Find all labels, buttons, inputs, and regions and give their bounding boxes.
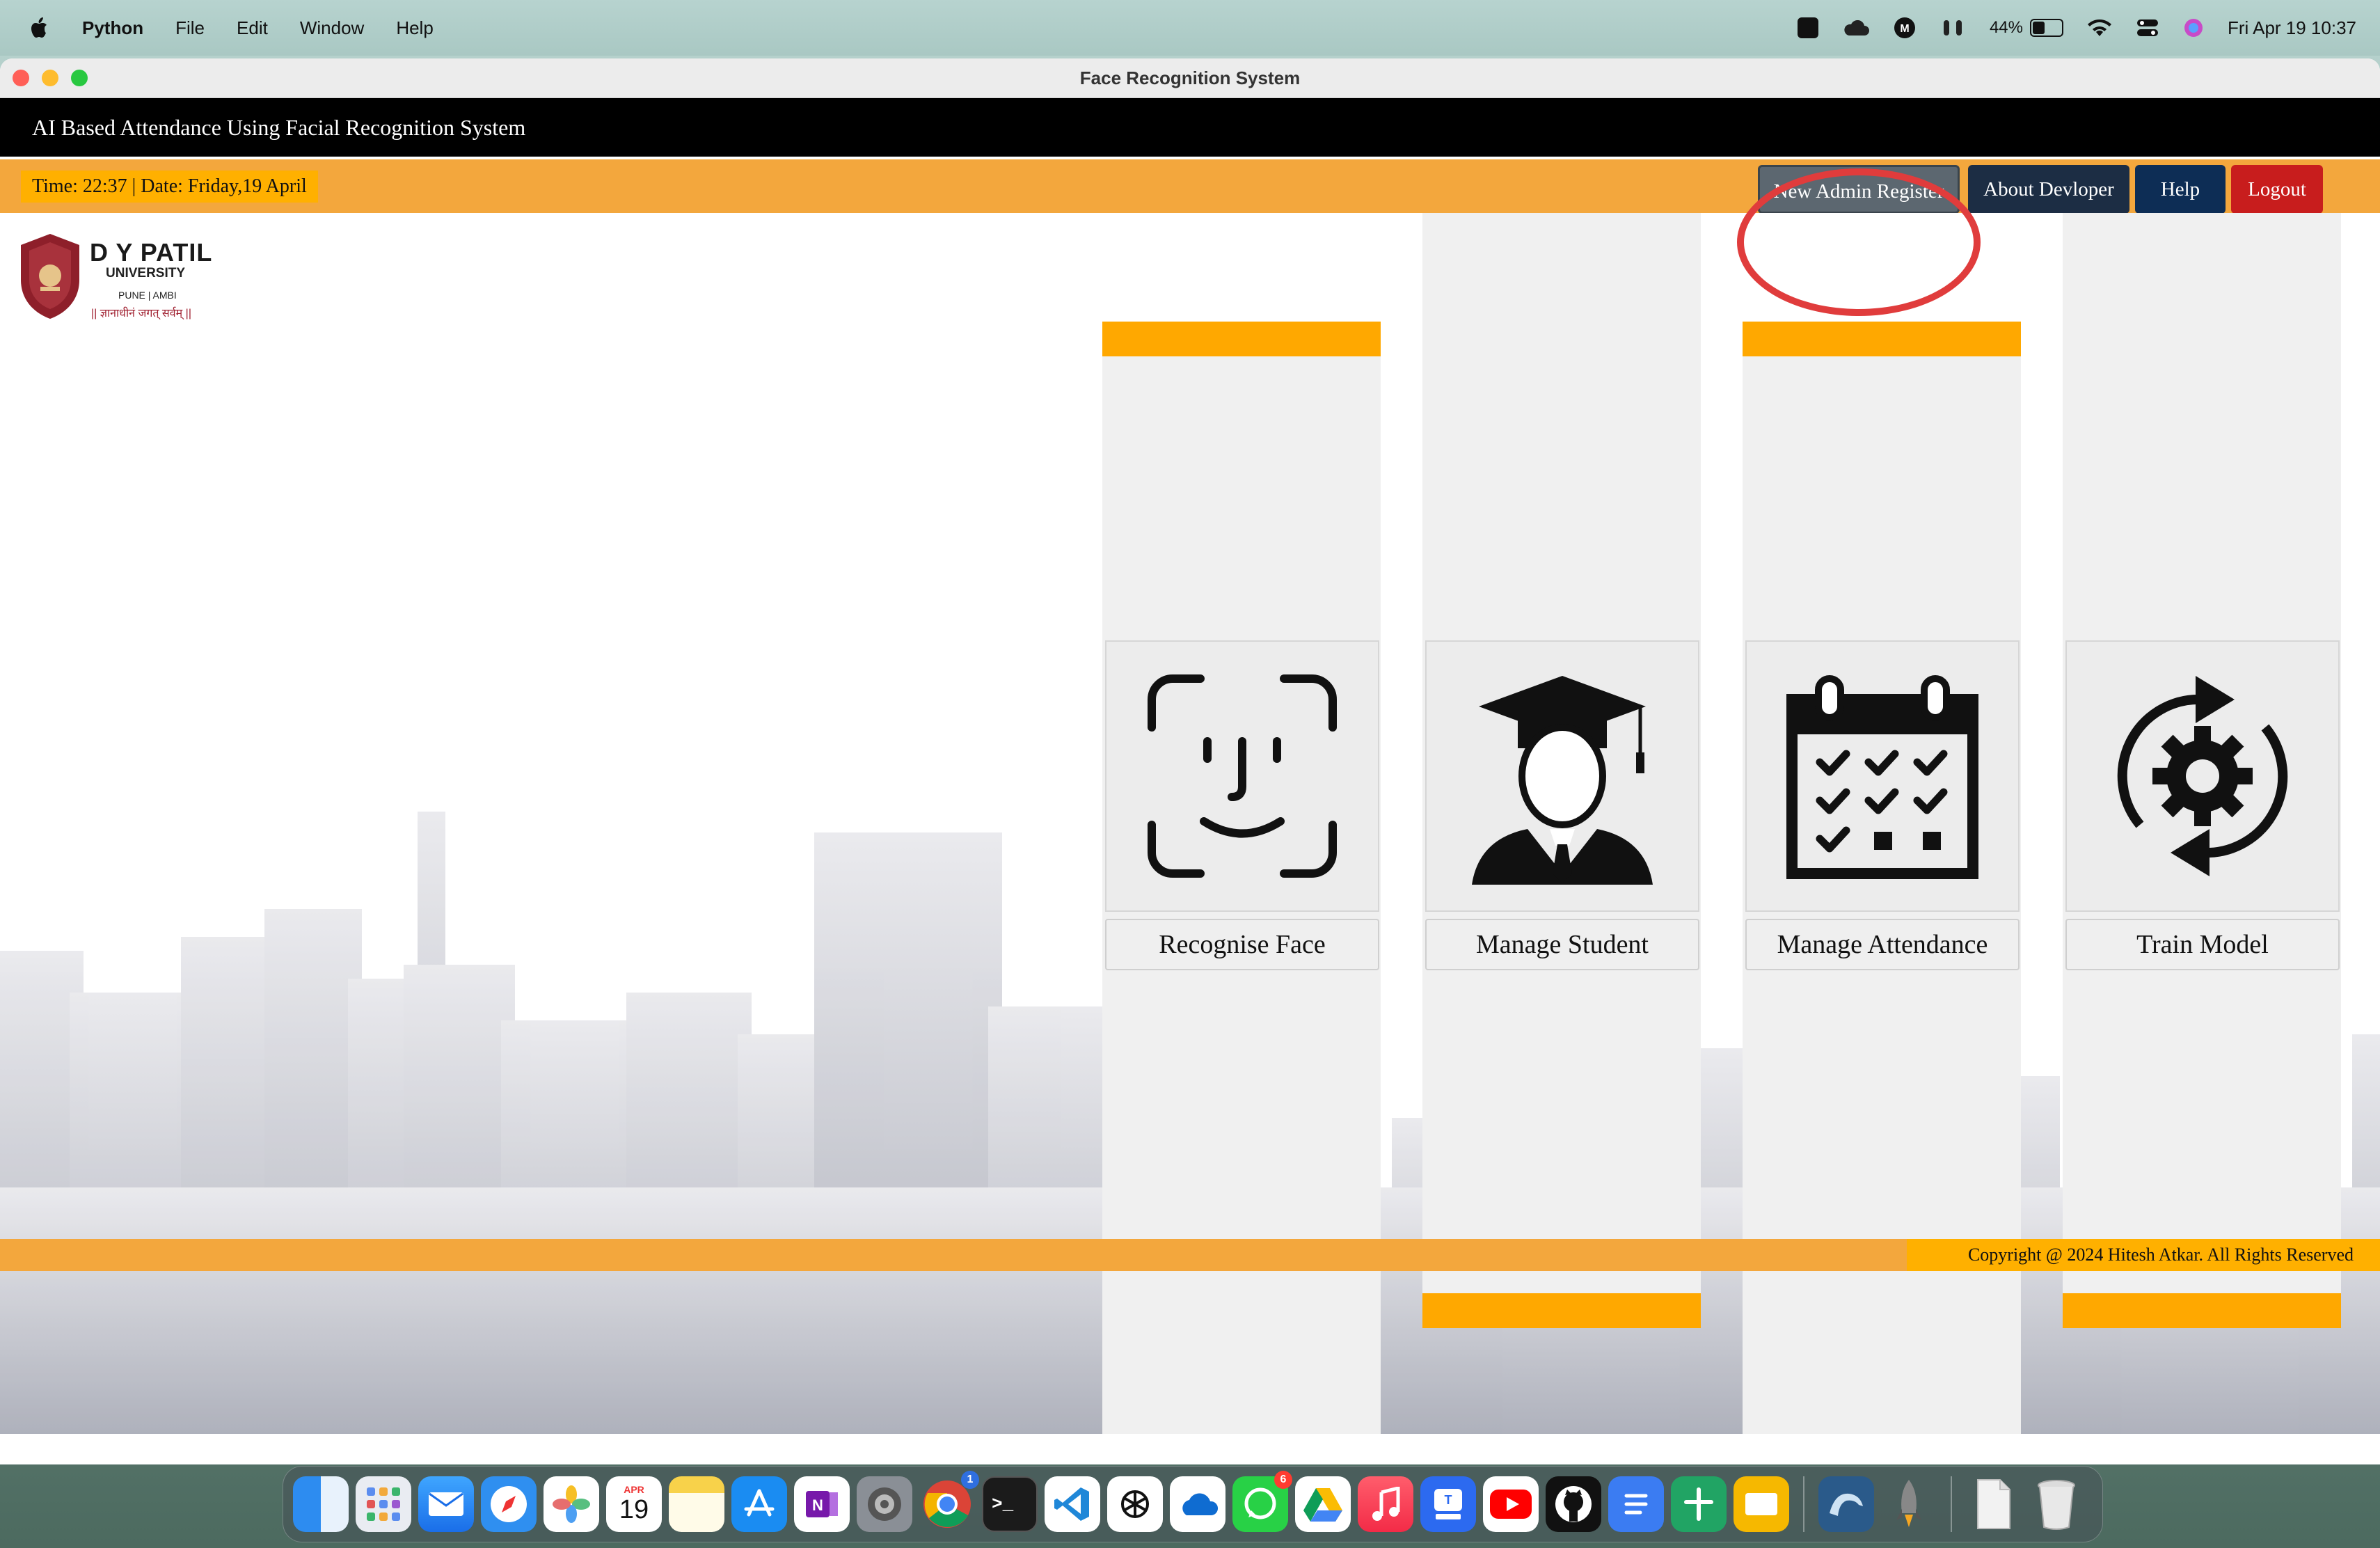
sheets-icon[interactable] [1671, 1476, 1727, 1532]
music-icon[interactable] [1358, 1476, 1413, 1532]
storage-icon[interactable]: T [1420, 1476, 1476, 1532]
about-developer-button[interactable]: About Devloper [1968, 165, 2129, 214]
notes-icon[interactable] [669, 1476, 724, 1532]
system-settings-icon[interactable] [857, 1476, 912, 1532]
manage-attendance-button[interactable]: Manage Attendance [1745, 919, 2020, 970]
calendar-month: APR [624, 1483, 644, 1495]
chrome-badge: 1 [961, 1471, 979, 1489]
app-store-icon[interactable] [731, 1476, 787, 1532]
menu-help[interactable]: Help [396, 17, 433, 39]
window-title: Face Recognition System [1079, 67, 1301, 88]
logo-university: UNIVERSITY [106, 266, 186, 281]
dock-separator [1803, 1476, 1804, 1532]
column-accent-stripe [2063, 1293, 2341, 1328]
help-button[interactable]: Help [2135, 165, 2226, 214]
app-header: AI Based Attendance Using Facial Recogni… [0, 98, 2380, 159]
recognise-face-tile[interactable] [1105, 640, 1379, 912]
face-id-icon [1148, 674, 1337, 878]
column-accent-stripe [1102, 322, 1381, 356]
menu-bar: Python File Edit Window Help M 44% Fri A… [0, 0, 2380, 56]
train-model-button[interactable]: Train Model [2065, 919, 2340, 970]
siri-icon[interactable] [2183, 17, 2204, 38]
graduate-icon [1472, 676, 1653, 885]
calendar-check-icon [1786, 675, 1978, 879]
github-icon[interactable] [1546, 1476, 1601, 1532]
google-drive-icon[interactable] [1295, 1476, 1351, 1532]
rocket-icon[interactable] [1881, 1476, 1937, 1532]
window-controls [13, 70, 88, 86]
recognise-face-button[interactable]: Recognise Face [1105, 919, 1379, 970]
svg-text:M: M [1900, 23, 1909, 35]
whatsapp-icon[interactable]: 6 [1232, 1471, 1292, 1532]
malwarebytes-icon[interactable]: M [1894, 17, 1916, 39]
close-window-button[interactable] [13, 70, 29, 86]
manage-attendance-tile[interactable] [1745, 640, 2020, 912]
control-center-icon[interactable] [2136, 17, 2159, 38]
docs-icon[interactable] [1608, 1476, 1664, 1532]
wifi-icon[interactable] [2087, 18, 2112, 38]
calendar-icon[interactable]: APR 19 [606, 1476, 662, 1532]
column-accent-stripe [1422, 1293, 1701, 1328]
menu-edit[interactable]: Edit [237, 17, 268, 39]
trash-icon[interactable] [2029, 1476, 2084, 1532]
zoom-window-button[interactable] [71, 70, 88, 86]
clock-label: Time: 22:37 | Date: Friday,19 April [21, 171, 318, 203]
manage-student-button[interactable]: Manage Student [1425, 919, 1699, 970]
mail-icon[interactable] [418, 1476, 474, 1532]
app-window: Face Recognition System AI Based Attenda… [0, 58, 2380, 1464]
airpods-icon[interactable] [1939, 17, 1966, 38]
app-footer: Copyright @ 2024 Hitesh Atkar. All Right… [0, 1239, 2380, 1271]
copyright-text: Copyright @ 2024 Hitesh Atkar. All Right… [1907, 1239, 2380, 1271]
battery-percent: 44% [1989, 18, 2023, 37]
window-titlebar[interactable]: Face Recognition System [0, 58, 2380, 98]
chrome-icon[interactable]: 1 [919, 1471, 979, 1532]
logo-location: PUNE | AMBI [118, 290, 177, 301]
battery-level-fill [2033, 22, 2045, 34]
logo-name: D Y PATIL [90, 238, 213, 267]
menu-window[interactable]: Window [300, 17, 364, 39]
drive-icon[interactable] [1797, 17, 1818, 38]
youtube-icon[interactable] [1483, 1476, 1539, 1532]
new-admin-register-button[interactable]: New Admin Register [1758, 165, 1960, 214]
safari-icon[interactable] [481, 1476, 537, 1532]
svg-text:N: N [812, 1496, 823, 1514]
svg-text:T: T [1445, 1493, 1452, 1507]
dock: APR 19 N 1 >_ 6 T [283, 1466, 2103, 1542]
university-crest-icon [21, 234, 79, 319]
battery-icon [2030, 19, 2063, 37]
cloud-icon[interactable] [1842, 19, 1870, 37]
chatgpt-icon[interactable] [1107, 1476, 1163, 1532]
photos-icon[interactable] [544, 1476, 599, 1532]
onenote-icon[interactable]: N [794, 1476, 850, 1532]
vscode-icon[interactable] [1045, 1476, 1100, 1532]
menu-app-name[interactable]: Python [82, 17, 143, 39]
slides-icon[interactable] [1734, 1476, 1789, 1532]
whatsapp-badge: 6 [1274, 1471, 1292, 1489]
calendar-day: 19 [619, 1494, 649, 1524]
menu-file[interactable]: File [175, 17, 205, 39]
battery-indicator[interactable]: 44% [1990, 18, 2063, 38]
logout-button[interactable]: Logout [2231, 165, 2323, 214]
university-logo: D Y PATIL UNIVERSITY PUNE | AMBI || ज्ञा… [17, 231, 225, 322]
finder-icon[interactable] [293, 1476, 349, 1532]
apple-menu-icon[interactable] [28, 16, 49, 40]
dashboard-content: D Y PATIL UNIVERSITY PUNE | AMBI || ज्ञा… [0, 213, 2380, 1434]
launchpad-icon[interactable] [356, 1476, 411, 1532]
minimize-window-button[interactable] [42, 70, 58, 86]
dock-separator [1951, 1476, 1952, 1532]
document-icon[interactable] [1966, 1476, 2022, 1532]
app-header-title: AI Based Attendance Using Facial Recogni… [32, 114, 526, 140]
mysql-workbench-icon[interactable] [1818, 1476, 1874, 1532]
menu-datetime[interactable]: Fri Apr 19 10:37 [2228, 17, 2356, 39]
gear-cycle-icon [2117, 676, 2288, 876]
column-accent-stripe [1743, 322, 2021, 356]
logo-motto: || ज्ञानाधीनं जगत् सर्वम् || [91, 308, 191, 319]
terminal-icon[interactable]: >_ [982, 1476, 1038, 1532]
app-toolbar: Time: 22:37 | Date: Friday,19 April New … [0, 159, 2380, 214]
onedrive-icon[interactable] [1170, 1476, 1225, 1532]
manage-student-tile[interactable] [1425, 640, 1699, 912]
train-model-tile[interactable] [2065, 640, 2340, 912]
